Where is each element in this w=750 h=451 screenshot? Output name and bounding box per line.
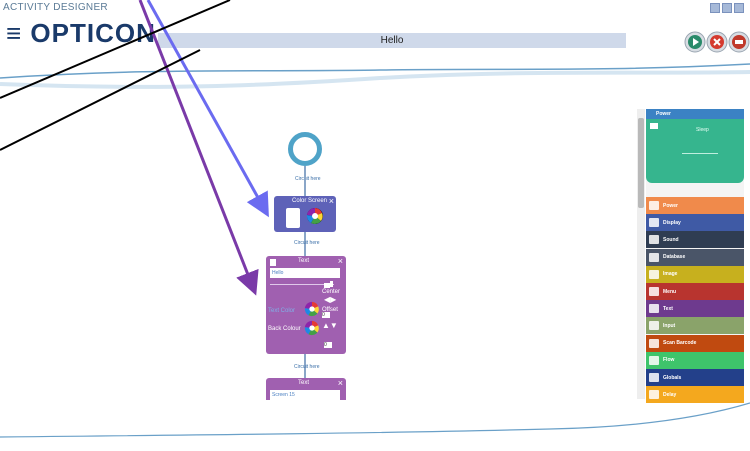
text-block-title: Text	[298, 380, 310, 386]
color-screen-title: Color Screen	[292, 198, 328, 204]
input-icon	[649, 321, 659, 331]
offset-x-input[interactable]: 0	[322, 312, 330, 318]
palette-scroll-thumb[interactable]	[638, 118, 644, 208]
phone-icon	[286, 208, 300, 228]
palette-category-database[interactable]: Database	[646, 248, 744, 266]
connector-label: Circuit here	[294, 240, 320, 246]
footer-wave	[0, 402, 750, 438]
palette-category-label: Scan Barcode	[663, 340, 697, 347]
palette-preview[interactable]: Sleep	[646, 119, 744, 183]
power-icon	[649, 201, 659, 210]
connector-label: Circuit here	[295, 176, 321, 182]
maximize-icon[interactable]	[722, 3, 732, 13]
image-icon	[649, 269, 659, 279]
palette-category-label: Menu	[663, 288, 677, 295]
palette-category-globals[interactable]: Globals	[646, 369, 744, 386]
start-node[interactable]	[288, 132, 322, 166]
palette-category-label: Sound	[663, 236, 679, 243]
palette-category-menu[interactable]: Menu	[646, 283, 744, 300]
settings-icon[interactable]	[728, 31, 750, 53]
globals-icon	[649, 373, 659, 382]
text-block-title: Text	[298, 258, 310, 264]
back-color-wheel-icon[interactable]	[304, 320, 320, 336]
stop-icon[interactable]	[706, 31, 728, 53]
palette-category-input[interactable]: Input	[646, 317, 744, 335]
connector-line	[304, 166, 306, 196]
palette-category-label: Image	[663, 271, 678, 278]
power-icon	[650, 123, 658, 129]
sound-icon	[649, 235, 659, 245]
close-icon[interactable]: ×	[338, 378, 343, 388]
palette-category-sound[interactable]: Sound	[646, 231, 744, 249]
minimize-icon[interactable]	[710, 3, 720, 13]
text-icon	[270, 259, 276, 266]
text-color-label: Text Color	[268, 308, 296, 314]
display-icon	[649, 218, 659, 228]
page-title: Hello	[380, 35, 404, 46]
text-block[interactable]: Text × Hello Center ◀▶ Text Color Offset…	[266, 256, 346, 354]
close-icon[interactable]: ×	[329, 196, 334, 206]
back-color-label: Back Colour	[268, 326, 301, 332]
header-wave	[0, 63, 750, 89]
align-arrows-icon[interactable]: ◀▶	[324, 295, 336, 304]
scan-barcode-icon	[649, 338, 659, 348]
text-color-wheel-icon[interactable]	[304, 301, 320, 317]
palette-category-image[interactable]: Image	[646, 265, 744, 283]
flow-icon	[649, 355, 659, 365]
palette-category-label: Flow	[663, 357, 675, 364]
palette-category-label: Power	[663, 202, 679, 209]
palette-category-label: Globals	[663, 374, 682, 381]
connector-label: Circuit here	[294, 364, 320, 370]
palette-category-label: Database	[663, 254, 686, 261]
palette-category-label: Input	[663, 322, 676, 329]
slider-thumb[interactable]	[330, 281, 333, 287]
opticon-logo: ≡ OPTICON	[6, 18, 156, 48]
palette-header: Power	[646, 109, 744, 119]
offset-y-input[interactable]: 0	[324, 342, 332, 348]
color-wheel-icon[interactable]	[306, 207, 324, 225]
color-screen-block[interactable]: Color Screen ×	[274, 196, 336, 232]
palette-category-power[interactable]: Power	[646, 197, 744, 214]
center-checkbox[interactable]	[324, 283, 330, 288]
palette-category-flow[interactable]: Flow	[646, 351, 744, 369]
palette-category-text[interactable]: Text	[646, 300, 744, 318]
palette-category-scan-barcode[interactable]: Scan Barcode	[646, 334, 744, 352]
close-icon[interactable]	[734, 3, 744, 13]
play-icon[interactable]	[684, 31, 706, 53]
palette-category-label: Text	[663, 305, 673, 312]
palette-category-display[interactable]: Display	[646, 214, 744, 232]
preview-slider[interactable]	[682, 153, 718, 154]
palette-category-label: Display	[663, 219, 681, 226]
database-icon	[649, 252, 659, 262]
title-bar: Hello	[158, 33, 626, 48]
annotation-arrow	[146, 0, 269, 218]
vertical-arrows-icon[interactable]: ▲▼	[322, 321, 338, 330]
close-icon[interactable]: ×	[338, 256, 343, 266]
menu-icon	[649, 287, 659, 296]
preview-label: Sleep	[696, 127, 709, 133]
text-value-input[interactable]: Hello	[270, 268, 340, 278]
text-icon	[649, 304, 659, 314]
block-palette: Power Sleep Power Display Sound Database Ima…	[646, 109, 744, 404]
app-label: ACTIVITY DESIGNER	[3, 2, 108, 13]
